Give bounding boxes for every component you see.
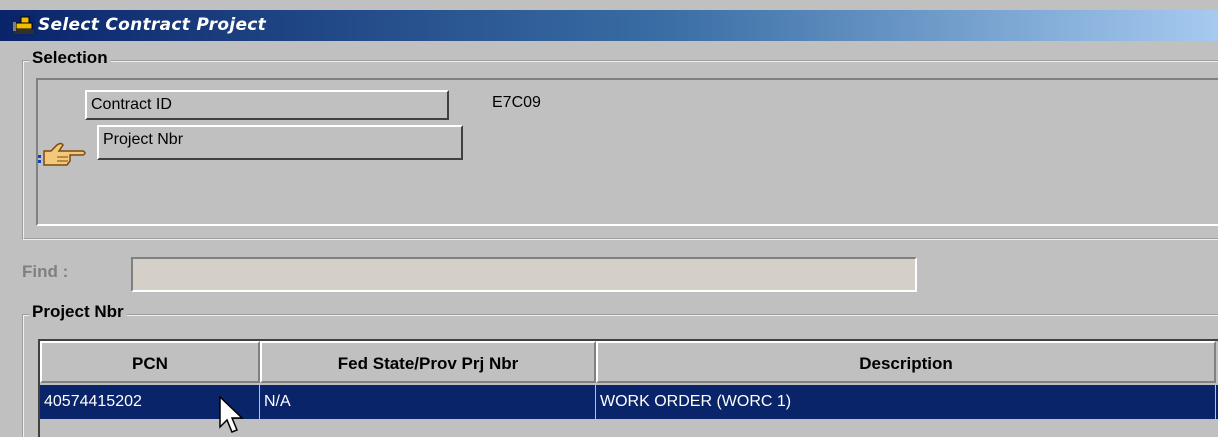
window-title-bar[interactable]: Select Contract Project [0, 0, 1218, 43]
contract-id-label: Contract ID [85, 90, 449, 120]
column-header-description[interactable]: Description [596, 341, 1216, 383]
bulldozer-icon [13, 15, 35, 35]
project-grid[interactable]: PCN Fed State/Prov Prj Nbr Description 4… [38, 339, 1218, 437]
find-label: Find : [22, 262, 69, 281]
column-header-pcn[interactable]: PCN [40, 341, 260, 383]
mouse-cursor-icon [219, 395, 244, 433]
cell-fed-nbr: N/A [260, 385, 596, 419]
project-nbr-label: Project Nbr [97, 125, 463, 160]
cell-description: WORK ORDER (WORC 1) [596, 385, 1216, 419]
find-input[interactable] [131, 257, 917, 292]
pointing-hand-icon [38, 142, 86, 166]
selection-legend: Selection [29, 48, 111, 68]
column-header-fed-nbr[interactable]: Fed State/Prov Prj Nbr [260, 341, 596, 383]
project-legend: Project Nbr [29, 302, 127, 322]
window-title: Select Contract Project [38, 15, 267, 35]
contract-id-value: E7C09 [492, 94, 541, 111]
